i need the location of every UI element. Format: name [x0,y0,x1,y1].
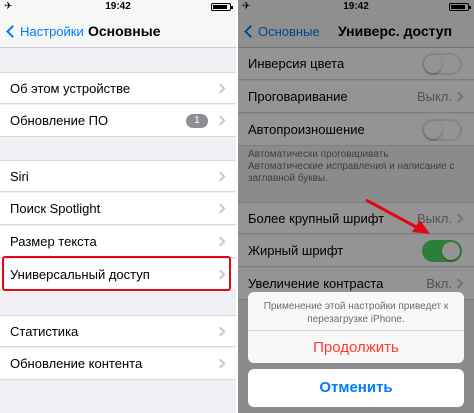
chevron-right-icon [215,115,226,126]
settings-row-siri[interactable]: Siri [0,160,236,192]
chevron-left-icon [6,24,19,38]
settings-row-usage[interactable]: Статистика [0,315,236,347]
settings-row-text-size[interactable]: Размер текста [0,226,236,258]
chevron-right-icon [215,83,226,94]
status-bar: ✈ 19:42 [0,0,236,14]
row-label: Статистика [10,324,79,339]
chevron-right-icon [215,358,226,369]
left-screen: ✈ 19:42 Настройки Основные Об этом устро… [0,0,236,413]
update-count-badge: 1 [186,114,208,128]
alert-message: Применение этой настройки приведет к пер… [263,301,449,325]
row-label: Поиск Spotlight [10,201,101,216]
settings-row-spotlight[interactable]: Поиск Spotlight [0,193,236,225]
navigation-bar: Настройки Основные [0,14,236,48]
status-time: 19:42 [105,1,131,12]
settings-row-background-refresh[interactable]: Обновление контента [0,348,236,380]
chevron-right-icon [215,203,226,214]
row-label: Обновление контента [10,356,143,371]
settings-row-about[interactable]: Об этом устройстве [0,72,236,104]
chevron-right-icon [215,171,226,182]
settings-row-software-update[interactable]: Обновление ПО 1 [0,105,236,137]
right-screen: ✈ 19:42 Основные Универс. доступ Инверси… [238,0,474,413]
alert-dialog: Применение этой настройки приведет к пер… [248,292,464,363]
row-label: Обновление ПО [10,113,109,128]
chevron-right-icon [215,326,226,337]
page-title: Основные [88,23,161,39]
row-label: Размер текста [10,234,97,249]
highlight-frame [2,256,231,291]
continue-button[interactable]: Продолжить [248,330,464,363]
battery-icon [211,3,233,11]
cancel-button[interactable]: Отменить [248,369,464,407]
chevron-right-icon [215,236,226,247]
row-label: Об этом устройстве [10,81,131,96]
row-label: Siri [10,169,29,184]
back-button[interactable]: Настройки [6,14,84,48]
back-label: Настройки [20,23,84,39]
